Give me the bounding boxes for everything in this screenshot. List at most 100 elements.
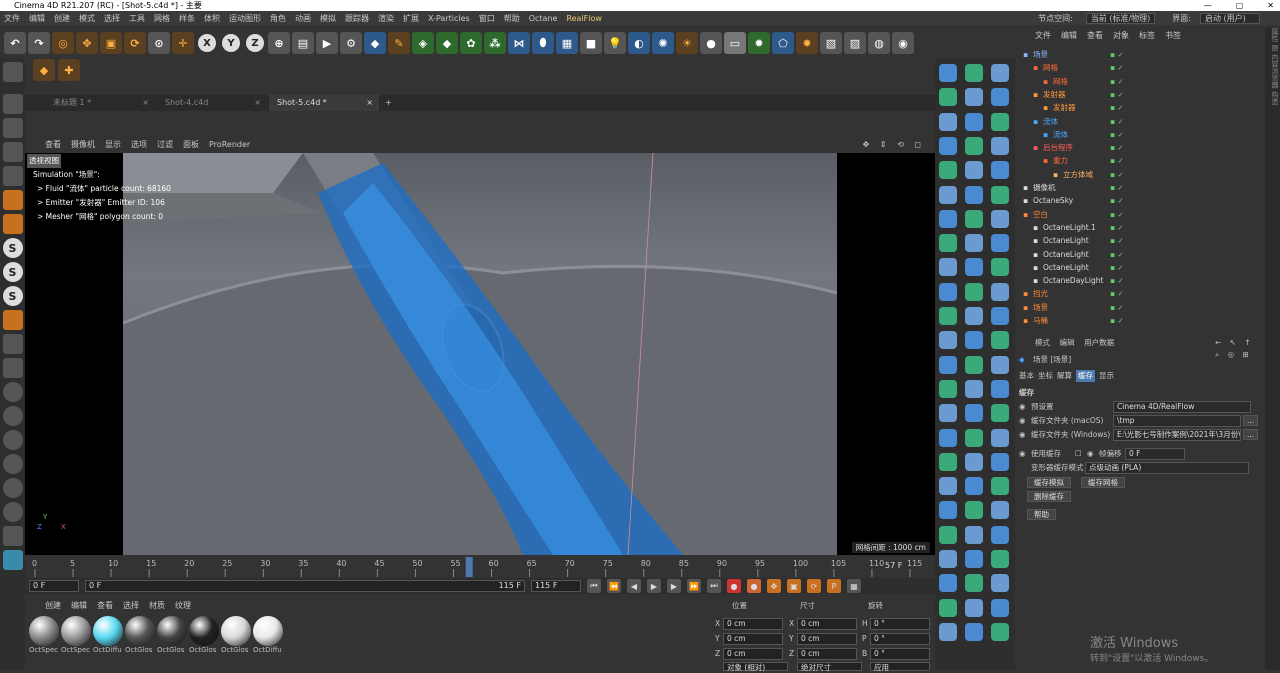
primitive-tool-icon[interactable] xyxy=(939,185,957,204)
menu-render[interactable]: 渲染 xyxy=(378,13,394,24)
object-row[interactable]: ▪ 场景 ▪ ✓ xyxy=(1015,48,1265,61)
primitive-tool-icon[interactable] xyxy=(939,355,957,374)
attr-tab-display[interactable]: 显示 xyxy=(1099,370,1114,382)
menu-tools[interactable]: 工具 xyxy=(129,13,145,24)
menu-help[interactable]: 帮助 xyxy=(504,13,520,24)
start-frame-field[interactable]: 0 F xyxy=(29,580,79,592)
playhead[interactable] xyxy=(465,557,473,577)
extrude-icon[interactable]: ◆ xyxy=(436,32,458,54)
object-row[interactable]: ▪ OctaneDayLight ▪ ✓ xyxy=(1015,274,1265,287)
menu-character[interactable]: 角色 xyxy=(270,13,286,24)
generator-tool-icon[interactable] xyxy=(965,525,983,544)
primitive-tool-icon[interactable] xyxy=(939,112,957,131)
object-row[interactable]: ▪ 空白 ▪ ✓ xyxy=(1015,208,1265,221)
material-swatch[interactable] xyxy=(29,616,59,646)
radio-icon[interactable]: ◉ xyxy=(1019,429,1026,441)
menu-window[interactable]: 窗口 xyxy=(479,13,495,24)
generator-tool-icon[interactable] xyxy=(965,88,983,107)
deformer-tool-icon[interactable] xyxy=(991,574,1009,593)
deformer-icon[interactable]: ⋈ xyxy=(508,32,530,54)
object-row[interactable]: ▪ 马桶 ▪ ✓ xyxy=(1015,314,1265,327)
help-button[interactable]: 帮助 xyxy=(1027,509,1056,520)
key-position-icon[interactable]: ✥ xyxy=(767,579,781,593)
visibility-check-icon[interactable]: ▪ ✓ xyxy=(1110,274,1124,287)
transform-icon[interactable]: ✛ xyxy=(172,32,194,54)
object-row[interactable]: ▪ 网格 ▪ ✓ xyxy=(1015,75,1265,88)
point-mode-icon[interactable] xyxy=(2,142,23,162)
visibility-check-icon[interactable]: ▪ ✓ xyxy=(1110,314,1124,327)
scale-icon[interactable]: ▣ xyxy=(100,32,122,54)
deformer-tool-icon[interactable] xyxy=(991,88,1009,107)
viewport-menu-panel[interactable]: 面板 xyxy=(183,138,199,152)
attr-tab-cache[interactable]: 缓存 xyxy=(1076,370,1095,382)
visibility-check-icon[interactable]: ▪ ✓ xyxy=(1110,287,1124,300)
generator-tool-icon[interactable] xyxy=(965,136,983,155)
primitive-tool-icon[interactable] xyxy=(939,88,957,107)
generator-tool-icon[interactable] xyxy=(965,307,983,325)
tab-shot-5[interactable]: Shot-5.c4d * × xyxy=(269,95,379,111)
pos-z-field[interactable]: 0 cm xyxy=(723,648,783,660)
visibility-check-icon[interactable]: ▪ ✓ xyxy=(1110,221,1124,234)
menu-file[interactable]: 文件 xyxy=(4,13,20,24)
primitive-tool-icon[interactable] xyxy=(939,428,957,447)
object-row[interactable]: ▪ 立方体域 ▪ ✓ xyxy=(1015,168,1265,181)
primitive-tool-icon[interactable] xyxy=(939,622,957,641)
primitive-tool-icon[interactable] xyxy=(939,525,957,544)
object-row[interactable]: ▪ 流体 ▪ ✓ xyxy=(1015,115,1265,128)
octane-material-icon[interactable]: ✹ xyxy=(748,32,770,54)
radio-icon[interactable]: ◉ xyxy=(1087,448,1094,460)
menu-realflow[interactable]: RealFlow xyxy=(566,14,602,23)
field-icon[interactable]: ⬮ xyxy=(532,32,554,54)
octane-sun-icon[interactable]: ☀ xyxy=(676,32,698,54)
right-side-tabs[interactable]: 属性 层 内容浏览器 构造 xyxy=(1265,28,1280,670)
visibility-check-icon[interactable]: ▪ ✓ xyxy=(1110,88,1124,101)
object-row[interactable]: ▪ 重力 ▪ ✓ xyxy=(1015,154,1265,167)
camera-icon[interactable]: ■ xyxy=(580,32,602,54)
generator-tool-icon[interactable] xyxy=(965,598,983,617)
mat-menu-select[interactable]: 选择 xyxy=(123,600,139,612)
primitive-tool-icon[interactable] xyxy=(939,550,957,568)
viewport-menu-display[interactable]: 显示 xyxy=(105,138,121,152)
coordinate-system-icon[interactable]: ⊕ xyxy=(268,32,290,54)
mat-menu-view[interactable]: 查看 xyxy=(97,600,113,612)
deformer-tool-icon[interactable] xyxy=(991,598,1009,617)
deformer-tool-icon[interactable] xyxy=(991,258,1009,277)
redo-icon[interactable]: ↷ xyxy=(28,32,50,54)
attr-nav-icons[interactable]: ← ↖ ↑ ⌕ ◎ ⊞ xyxy=(1215,337,1265,361)
rot-h-field[interactable]: 0 ° xyxy=(870,618,930,630)
octane-node-editor-icon[interactable]: ◍ xyxy=(868,32,890,54)
primitive-tool-icon[interactable] xyxy=(939,282,957,301)
key-scale-icon[interactable]: ▣ xyxy=(787,579,801,593)
cloner-icon[interactable]: ✿ xyxy=(460,32,482,54)
visibility-check-icon[interactable]: ▪ ✓ xyxy=(1110,181,1124,194)
material-swatch[interactable] xyxy=(93,616,123,646)
object-row[interactable]: ▪ 场景 ▪ ✓ xyxy=(1015,301,1265,314)
maximize-button[interactable]: ▢ xyxy=(1236,0,1244,11)
size-z-field[interactable]: 0 cm xyxy=(797,648,857,660)
visibility-check-icon[interactable]: ▪ ✓ xyxy=(1110,75,1124,88)
play-icon[interactable]: ▶ xyxy=(647,579,661,593)
deformer-tool-icon[interactable] xyxy=(991,622,1009,641)
visibility-check-icon[interactable]: ▪ ✓ xyxy=(1110,194,1124,207)
menu-volume[interactable]: 体积 xyxy=(204,13,220,24)
key-rotation-icon[interactable]: ⟳ xyxy=(807,579,821,593)
generator-tool-icon[interactable] xyxy=(965,477,983,496)
workplane-icon[interactable] xyxy=(2,334,23,354)
deformer-tool-icon[interactable] xyxy=(991,161,1009,180)
quantize-icon[interactable]: S xyxy=(2,286,23,306)
next-key-icon[interactable]: ⏩ xyxy=(687,579,701,593)
visibility-check-icon[interactable]: ▪ ✓ xyxy=(1110,61,1124,74)
deformer-tool-icon[interactable] xyxy=(991,428,1009,447)
paint-icon[interactable] xyxy=(2,478,23,498)
generator-tool-icon[interactable] xyxy=(965,379,983,398)
octane-camera-icon[interactable]: ● xyxy=(700,32,722,54)
primitive-tool-icon[interactable] xyxy=(939,307,957,325)
close-button[interactable]: ✕ xyxy=(1267,0,1274,11)
end-frame-field[interactable]: 115 F xyxy=(531,580,581,592)
menu-select[interactable]: 选择 xyxy=(104,13,120,24)
obj-menu-tags[interactable]: 标签 xyxy=(1139,28,1155,44)
render-picture-icon[interactable]: ▶ xyxy=(316,32,338,54)
visibility-check-icon[interactable]: ▪ ✓ xyxy=(1110,115,1124,128)
autokey-icon[interactable]: ● xyxy=(747,579,761,593)
deformer-tool-icon[interactable] xyxy=(991,64,1009,82)
